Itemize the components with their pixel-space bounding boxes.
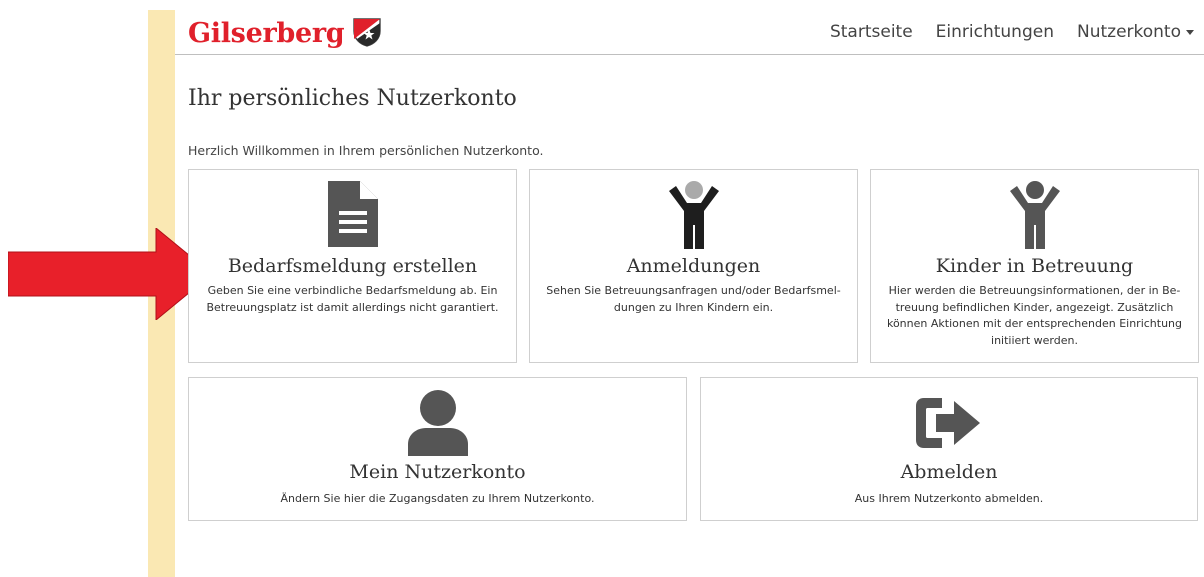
card-title: Abmelden xyxy=(900,461,998,483)
card-title: Kinder in Betreuung xyxy=(935,255,1134,277)
card-description: Hier werden die Betreuungsinformationen,… xyxy=(886,284,1183,347)
red-arrow-icon xyxy=(7,226,214,324)
card-title: Mein Nutzerkonto xyxy=(349,461,526,483)
nav-menu: Startseite Einrichtungen Nutzerkonto xyxy=(807,22,1194,42)
card-mein-nutzerkonto[interactable]: Mein Nutzerkonto Ändern Sie hier die Zug… xyxy=(188,377,687,521)
card-description: Sehen Sie Betreuungsanfragen und/oder Be… xyxy=(546,284,841,314)
card-description: Aus Ihrem Nutzerkonto abmelden. xyxy=(854,492,1044,505)
welcome-text: Herzlich Willkommen in Ihrem persönliche… xyxy=(188,143,544,158)
child-icon xyxy=(1009,181,1061,253)
card-description: Geben Sie eine verbindliche Bedarfsmeldu… xyxy=(206,284,499,314)
sign-out-icon xyxy=(916,398,982,452)
card-description: Ändern Sie hier die Zugangsdaten zu Ihre… xyxy=(280,492,595,505)
card-bedarfsmeldung[interactable]: Bedarfsmeldung erstellen Geben Sie eine … xyxy=(188,169,517,363)
brand-name: Gilserberg xyxy=(188,18,345,49)
nav-nutzerkonto-dropdown[interactable]: Nutzerkonto xyxy=(1077,22,1194,42)
user-icon xyxy=(407,390,468,460)
nav-einrichtungen[interactable]: Einrichtungen xyxy=(936,22,1054,42)
caret-down-icon xyxy=(1186,29,1194,35)
page-title: Ihr persönliches Nutzerkonto xyxy=(188,86,517,111)
card-title: Bedarfsmeldung erstellen xyxy=(227,255,478,277)
top-navbar: Gilserberg Startseite Einrichtungen Nutz… xyxy=(175,10,1204,55)
card-anmeldungen[interactable]: Anmeldungen Sehen Sie Betreuungsanfragen… xyxy=(529,169,858,363)
child-icon xyxy=(668,181,720,253)
coat-of-arms-icon xyxy=(352,17,382,51)
nav-startseite[interactable]: Startseite xyxy=(830,22,913,42)
card-abmelden[interactable]: Abmelden Aus Ihrem Nutzerkonto abmelden. xyxy=(700,377,1198,521)
brand-logo[interactable]: Gilserberg xyxy=(188,17,382,51)
document-icon xyxy=(327,181,378,251)
card-title: Anmeldungen xyxy=(626,255,761,277)
card-kinder-in-betreuung[interactable]: Kinder in Betreuung Hier werden die Betr… xyxy=(870,169,1199,363)
nav-nutzerkonto-label: Nutzerkonto xyxy=(1076,22,1181,42)
